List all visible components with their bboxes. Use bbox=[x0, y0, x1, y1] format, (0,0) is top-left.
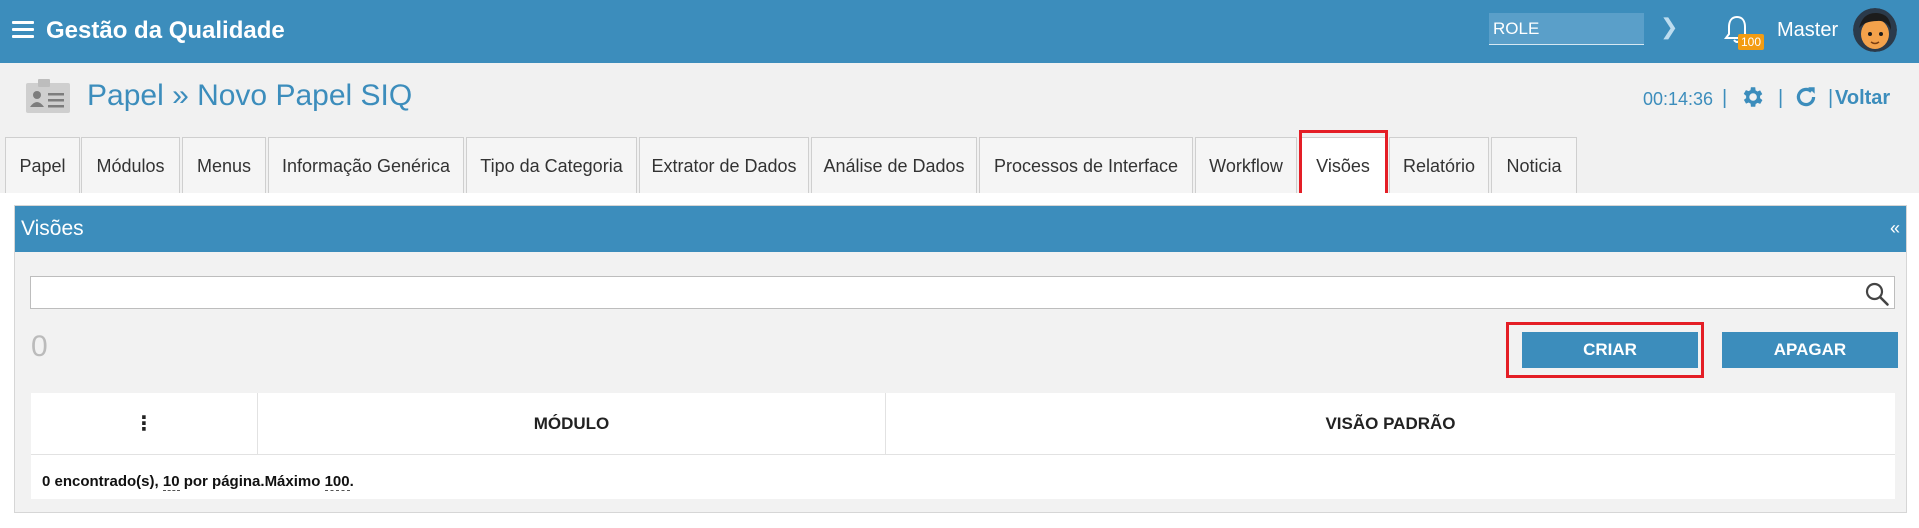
max-text: Máximo bbox=[264, 473, 325, 490]
hamburger-menu-icon[interactable] bbox=[12, 21, 34, 39]
tab-relatorio[interactable]: Relatório bbox=[1389, 137, 1489, 193]
id-card-icon bbox=[26, 79, 70, 113]
panel-header: Visões « bbox=[15, 206, 1906, 252]
panel-title: Visões bbox=[21, 217, 84, 240]
per-page-value[interactable]: 10 bbox=[162, 473, 180, 491]
data-table: ⋮ MÓDULO VISÃO PADRÃO 0 encontrado(s), 1… bbox=[31, 393, 1895, 499]
found-count-text: 0 encontrado(s), bbox=[42, 473, 163, 490]
divider: | bbox=[1778, 87, 1784, 109]
page-title: Papel » Novo Papel SIQ bbox=[87, 79, 413, 112]
column-menu-icon[interactable]: ⋮ bbox=[31, 393, 258, 455]
main-content: Visões « 0 CRIAR APAGAR ⋮ MÓDULO VISÃO P… bbox=[0, 193, 1919, 528]
search-icon[interactable] bbox=[1864, 281, 1890, 307]
collapse-icon[interactable]: « bbox=[1890, 218, 1900, 239]
app-title: Gestão da Qualidade bbox=[46, 17, 285, 44]
column-header-modulo[interactable]: MÓDULO bbox=[258, 393, 886, 455]
top-navbar: Gestão da Qualidade ❯ 100 Master bbox=[0, 0, 1919, 63]
column-header-visao-padrao[interactable]: VISÃO PADRÃO bbox=[886, 393, 1895, 455]
tab-menus[interactable]: Menus bbox=[182, 137, 266, 193]
tab-modulos[interactable]: Módulos bbox=[81, 137, 180, 193]
pagination-info: 0 encontrado(s), 10 por página.Máximo 10… bbox=[42, 473, 354, 491]
avatar[interactable] bbox=[1853, 8, 1897, 52]
visoes-panel: Visões « 0 CRIAR APAGAR ⋮ MÓDULO VISÃO P… bbox=[14, 205, 1907, 513]
divider: | bbox=[1828, 87, 1834, 109]
tab-papel[interactable]: Papel bbox=[5, 137, 80, 193]
max-value[interactable]: 100 bbox=[324, 473, 350, 491]
back-button[interactable]: Voltar bbox=[1835, 87, 1890, 110]
tab-noticia[interactable]: Noticia bbox=[1491, 137, 1577, 193]
tab-analise-de-dados[interactable]: Análise de Dados bbox=[811, 137, 977, 193]
divider: | bbox=[1722, 87, 1728, 109]
per-page-text: por página. bbox=[179, 473, 265, 490]
refresh-icon[interactable] bbox=[1793, 84, 1819, 110]
page-header: Papel » Novo Papel SIQ 00:14:36 | | | Vo… bbox=[0, 63, 1919, 135]
tab-workflow[interactable]: Workflow bbox=[1195, 137, 1297, 193]
tab-informacao-generica[interactable]: Informação Genérica bbox=[268, 137, 464, 193]
session-timer: 00:14:36 bbox=[1643, 89, 1714, 109]
tab-processos-de-interface[interactable]: Processos de Interface bbox=[979, 137, 1193, 193]
tab-extrator-de-dados[interactable]: Extrator de Dados bbox=[639, 137, 809, 193]
tab-tipo-da-categoria[interactable]: Tipo da Categoria bbox=[466, 137, 637, 193]
create-button[interactable]: CRIAR bbox=[1522, 332, 1698, 368]
record-count: 0 bbox=[31, 330, 48, 363]
tab-visoes[interactable]: Visões bbox=[1300, 137, 1386, 195]
role-input[interactable] bbox=[1489, 13, 1644, 45]
gear-icon[interactable] bbox=[1739, 84, 1765, 110]
notification-badge: 100 bbox=[1738, 34, 1765, 50]
user-name[interactable]: Master bbox=[1777, 19, 1838, 42]
search-field[interactable] bbox=[30, 276, 1895, 309]
tab-bar: Papel Módulos Menus Informação Genérica … bbox=[0, 135, 1919, 195]
delete-button[interactable]: APAGAR bbox=[1722, 332, 1898, 368]
footer-end: . bbox=[349, 473, 354, 490]
chevron-right-icon[interactable]: ❯ bbox=[1660, 14, 1678, 40]
